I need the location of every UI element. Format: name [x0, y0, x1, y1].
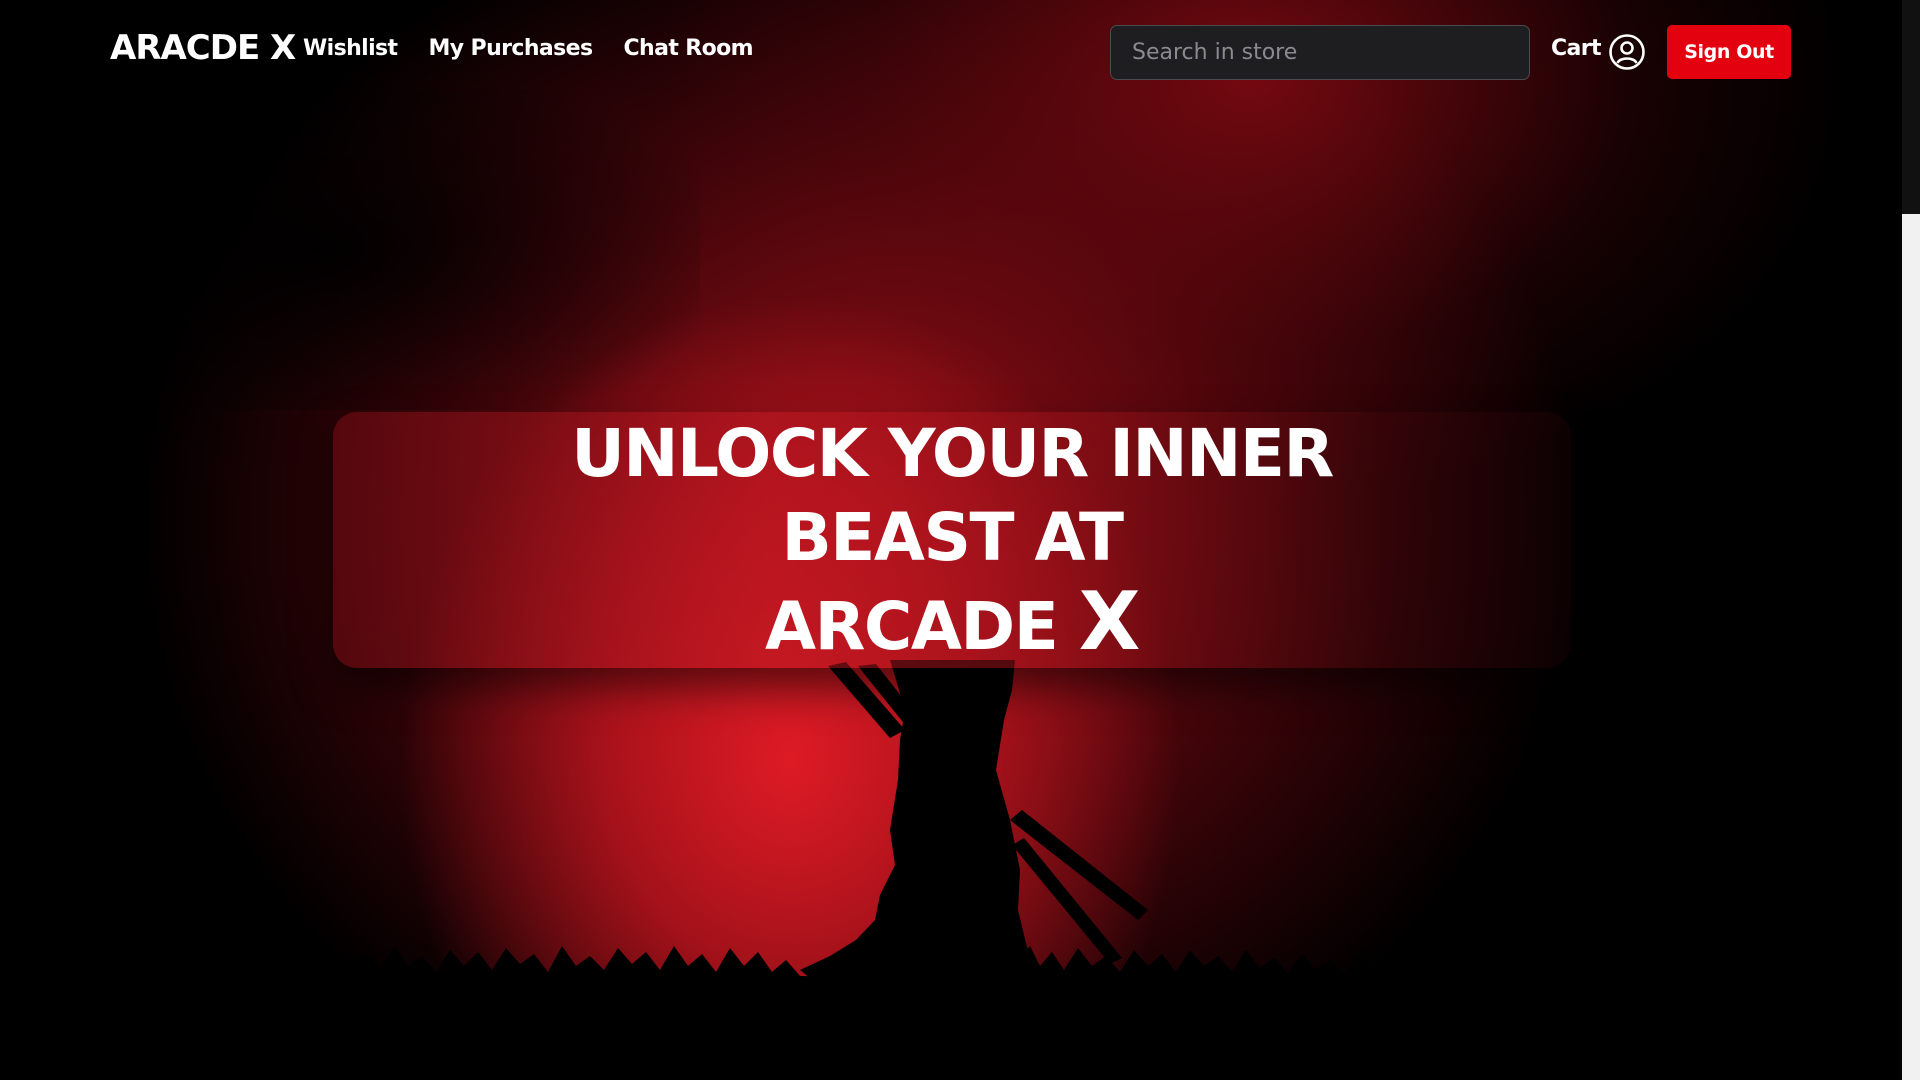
user-circle-icon[interactable]: [1608, 33, 1646, 71]
scrollbar-thumb[interactable]: [1902, 214, 1920, 1080]
hero-title-line2: ARCADE: [765, 587, 1079, 665]
top-navbar: ARACDE X Wishlist My Purchases Chat Room…: [0, 0, 1902, 104]
site-logo[interactable]: ARACDE X: [110, 28, 296, 68]
samurai-silhouette-image: [0, 660, 1902, 1080]
sign-out-button[interactable]: Sign Out: [1667, 25, 1791, 79]
hero-title-x: X: [1078, 574, 1141, 668]
cart-link[interactable]: Cart: [1551, 36, 1602, 61]
page-scrollbar[interactable]: [1902, 0, 1920, 1080]
nav-link-chat-room[interactable]: Chat Room: [623, 36, 753, 61]
hero-title-line1: UNLOCK YOUR INNER BEAST AT: [571, 414, 1334, 576]
dark-cloud: [0, 90, 700, 410]
nav-links: Wishlist My Purchases Chat Room: [303, 36, 754, 61]
hero-background: UNLOCK YOUR INNER BEAST AT ARCADE X: [0, 0, 1902, 1080]
search-input[interactable]: [1110, 25, 1530, 80]
hero-banner: UNLOCK YOUR INNER BEAST AT ARCADE X: [333, 412, 1571, 668]
nav-link-wishlist[interactable]: Wishlist: [303, 36, 398, 61]
nav-link-my-purchases[interactable]: My Purchases: [428, 36, 593, 61]
hero-title: UNLOCK YOUR INNER BEAST AT ARCADE X: [452, 412, 1452, 669]
